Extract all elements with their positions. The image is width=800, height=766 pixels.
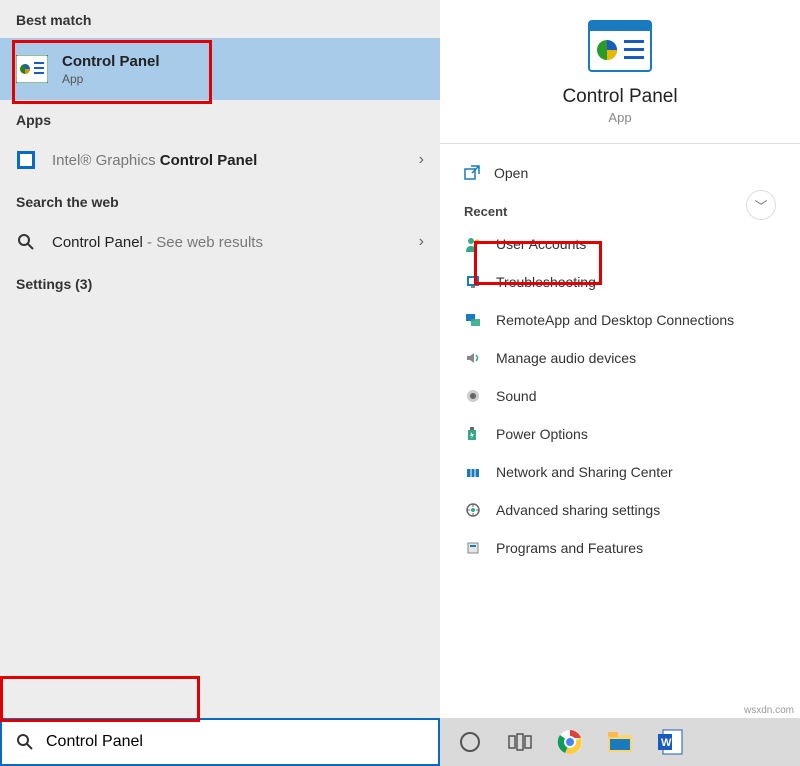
recent-item-troubleshooting[interactable]: Troubleshooting	[440, 263, 800, 301]
sound-icon	[464, 387, 482, 405]
search-web-header: Search the web	[0, 182, 440, 220]
recent-item-sound[interactable]: Sound	[440, 377, 800, 415]
recent-item-audio[interactable]: Manage audio devices	[440, 339, 800, 377]
recent-label: RemoteApp and Desktop Connections	[496, 312, 734, 328]
recent-label: Troubleshooting	[496, 274, 596, 290]
recent-item-sharing[interactable]: Advanced sharing settings	[440, 491, 800, 529]
recent-label: Network and Sharing Center	[496, 464, 673, 480]
details-pane: Control Panel App Open ﹀ Recent User Acc…	[440, 0, 800, 718]
best-match-header: Best match	[0, 0, 440, 38]
intel-icon	[16, 150, 36, 170]
open-label: Open	[494, 165, 528, 181]
app-result-bold: Control Panel	[160, 152, 258, 169]
open-button[interactable]: Open	[440, 154, 800, 192]
apps-header: Apps	[0, 100, 440, 138]
app-result-intel[interactable]: Intel® Graphics Control Panel ›	[0, 138, 440, 182]
watermark: wsxdn.com	[744, 705, 794, 716]
search-icon	[16, 232, 36, 252]
web-result-query: Control Panel	[52, 234, 143, 251]
settings-header[interactable]: Settings (3)	[0, 264, 440, 302]
recent-label: Programs and Features	[496, 540, 643, 556]
web-result-suffix: - See web results	[143, 234, 263, 251]
chevron-down-icon[interactable]: ﹀	[746, 190, 776, 220]
recent-label: Power Options	[496, 426, 588, 442]
web-result[interactable]: Control Panel - See web results ›	[0, 220, 440, 264]
remoteapp-icon	[464, 311, 482, 329]
search-input[interactable]	[44, 720, 438, 764]
recent-label: User Accounts	[496, 236, 586, 252]
recent-item-remoteapp[interactable]: RemoteApp and Desktop Connections	[440, 301, 800, 339]
recent-label: Manage audio devices	[496, 350, 636, 366]
best-match-title: Control Panel	[62, 53, 160, 70]
troubleshoot-icon	[464, 273, 482, 291]
network-icon	[464, 463, 482, 481]
taskbar: W	[440, 718, 800, 766]
open-icon	[464, 165, 480, 181]
speaker-icon	[464, 349, 482, 367]
power-icon	[464, 425, 482, 443]
chrome-icon[interactable]	[552, 724, 588, 760]
recent-item-power[interactable]: Power Options	[440, 415, 800, 453]
recent-item-programs[interactable]: Programs and Features	[440, 529, 800, 567]
results-pane: Best match Control Panel App Apps Intel®…	[0, 0, 440, 718]
user-accounts-icon	[464, 235, 482, 253]
details-subtitle: App	[608, 110, 631, 125]
svg-text:W: W	[661, 737, 672, 749]
recent-item-user-accounts[interactable]: User Accounts	[440, 225, 800, 263]
explorer-icon[interactable]	[602, 724, 638, 760]
chevron-right-icon[interactable]: ›	[419, 151, 424, 169]
recent-label: Sound	[496, 388, 536, 404]
control-panel-icon	[588, 20, 652, 72]
word-icon[interactable]: W	[652, 724, 688, 760]
recent-label: Advanced sharing settings	[496, 502, 660, 518]
taskview-icon[interactable]	[502, 724, 538, 760]
programs-icon	[464, 539, 482, 557]
control-panel-icon	[16, 53, 48, 85]
app-result-prefix: Intel® Graphics	[52, 152, 160, 169]
details-title: Control Panel	[562, 86, 677, 108]
search-icon	[16, 733, 34, 751]
cortana-icon[interactable]	[452, 724, 488, 760]
best-match-subtitle: App	[62, 72, 160, 86]
sharing-icon	[464, 501, 482, 519]
best-match-result[interactable]: Control Panel App	[0, 38, 440, 100]
recent-item-network[interactable]: Network and Sharing Center	[440, 453, 800, 491]
chevron-right-icon[interactable]: ›	[419, 233, 424, 251]
search-box[interactable]	[0, 718, 440, 766]
